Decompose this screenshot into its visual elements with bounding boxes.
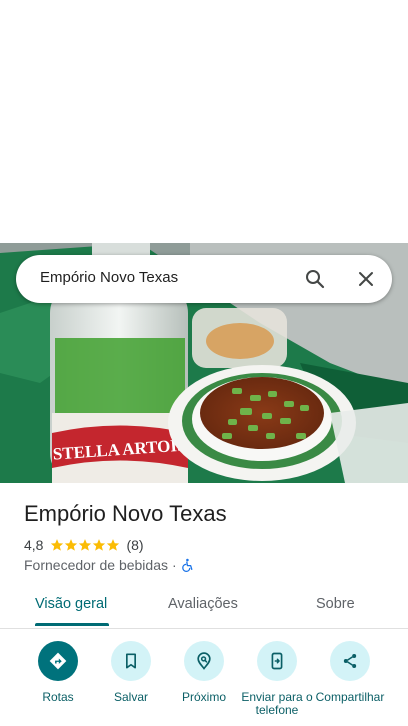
tab-reviews[interactable]: Avaliações bbox=[168, 596, 238, 612]
star-rating bbox=[50, 538, 120, 552]
share-icon bbox=[343, 654, 357, 668]
share-icon-circle bbox=[330, 641, 370, 681]
place-category: Fornecedor de bebidas bbox=[24, 557, 168, 573]
save-icon-circle bbox=[111, 641, 151, 681]
bookmark-icon bbox=[126, 653, 136, 669]
star-icon bbox=[65, 539, 78, 551]
star-icon bbox=[79, 539, 92, 551]
wheelchair-accessible-icon bbox=[181, 558, 193, 572]
category-row: Fornecedor de bebidas · bbox=[24, 556, 195, 574]
place-title: Empório Novo Texas bbox=[24, 501, 227, 526]
save-label: Salvar bbox=[113, 690, 148, 704]
directions-icon bbox=[49, 652, 67, 670]
tab-about[interactable]: Sobre bbox=[316, 596, 355, 612]
directions-button[interactable]: Rotas bbox=[20, 641, 96, 704]
action-bar: Rotas Salvar Próximo Enviar para o telef… bbox=[0, 629, 408, 726]
search-bar[interactable]: Empório Novo Texas bbox=[16, 255, 392, 303]
send-to-phone-icon bbox=[271, 652, 283, 670]
close-icon[interactable] bbox=[354, 267, 378, 291]
directions-label: Rotas bbox=[42, 690, 74, 704]
share-button[interactable]: Compartilhar bbox=[312, 641, 388, 704]
send-to-phone-button[interactable]: Enviar para o telefone bbox=[239, 641, 315, 717]
rating-row[interactable]: 4,8 (8) bbox=[24, 536, 144, 554]
search-input[interactable]: Empório Novo Texas bbox=[40, 269, 178, 286]
review-count: (8) bbox=[126, 537, 144, 553]
nearby-label: Próximo bbox=[181, 690, 226, 704]
star-icon bbox=[107, 539, 120, 551]
directions-icon-circle bbox=[38, 641, 78, 681]
nearby-icon-circle bbox=[184, 641, 224, 681]
share-label: Compartilhar bbox=[315, 690, 385, 704]
active-tab-indicator bbox=[35, 623, 109, 626]
map-area-blank bbox=[0, 0, 408, 243]
rating-value: 4,8 bbox=[24, 537, 44, 553]
star-icon bbox=[93, 539, 106, 551]
search-icon[interactable] bbox=[303, 267, 327, 291]
nearby-search-icon bbox=[197, 652, 211, 670]
send-to-phone-icon-circle bbox=[257, 641, 297, 681]
tab-overview[interactable]: Visão geral bbox=[35, 596, 107, 612]
separator-dot: · bbox=[172, 557, 177, 573]
nearby-button[interactable]: Próximo bbox=[166, 641, 242, 704]
star-icon bbox=[51, 539, 64, 551]
place-tabs: Visão geral Avaliações Sobre bbox=[0, 584, 408, 629]
send-to-phone-label: Enviar para o telefone bbox=[241, 690, 313, 717]
save-button[interactable]: Salvar bbox=[93, 641, 169, 704]
